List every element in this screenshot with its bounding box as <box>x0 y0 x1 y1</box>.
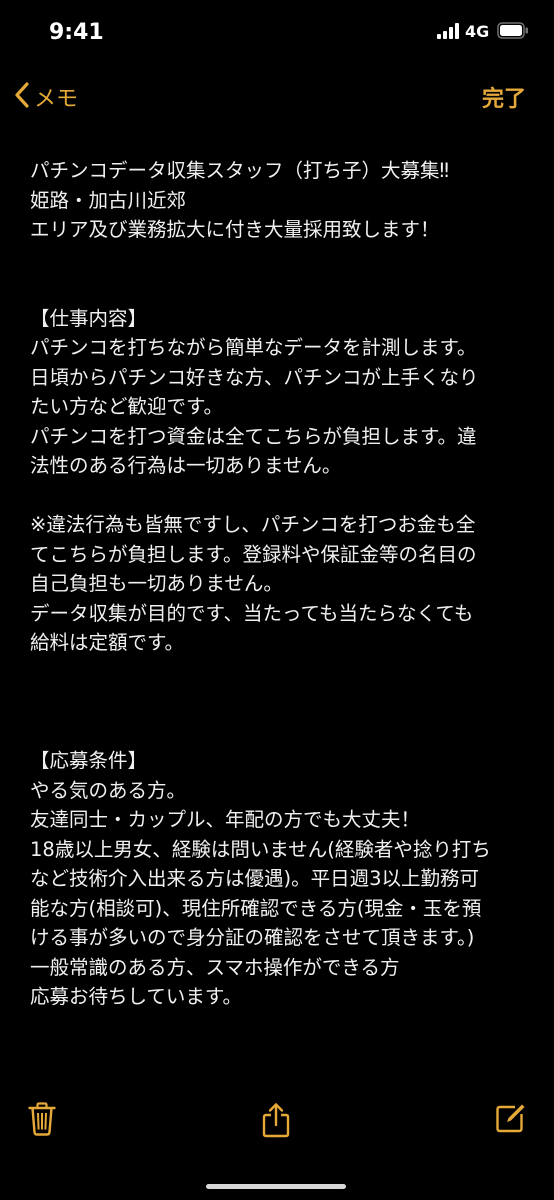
network-type: 4G <box>465 22 490 41</box>
note-line: 友達同士・カップル、年配の方でも大丈夫！ <box>30 808 421 831</box>
status-bar: 9:41 4G <box>0 0 554 70</box>
section-heading-requirements: 【応募条件】 <box>30 749 148 772</box>
note-line: など技術介入出来る方は優遇)。平日週3以上勤務可 <box>30 867 480 890</box>
section-heading-job: 【仕事内容】 <box>30 306 148 330</box>
status-time: 9:41 <box>49 20 104 45</box>
bottom-toolbar <box>0 1102 554 1152</box>
note-line: 能な方(相談可)、現住所確認できる方(現金・玉を預 <box>30 896 482 920</box>
note-line: エリア及び業務拡大に付き大量採用致します！ <box>30 218 440 241</box>
navigation-bar: メモ 完了 <box>0 78 554 114</box>
note-blank-line <box>30 687 540 717</box>
note-line: パチンコを打ちながら簡単なデータを計測します。 <box>30 336 477 359</box>
note-line: てこちらが負担します。登録料や保証金等の名目の <box>30 542 477 566</box>
note-blank-line <box>30 658 540 688</box>
back-label: メモ <box>34 87 79 112</box>
note-line: たい方など歓迎です。 <box>30 395 224 418</box>
note-line: 自己負担も一切ありません。 <box>30 572 283 595</box>
note-line: 姫路・加古川近郊 <box>30 188 187 212</box>
note-blank-line <box>30 245 540 275</box>
note-line: 18歳以上男女、経験は問いません(経験者や捻り打ち <box>30 837 491 861</box>
note-blank-line <box>30 274 540 304</box>
compose-icon[interactable] <box>495 1102 527 1138</box>
note-blank-line <box>30 481 540 511</box>
battery-icon <box>497 22 529 43</box>
share-icon[interactable] <box>262 1102 290 1142</box>
note-line: 給料は定額です。 <box>30 631 185 654</box>
note-line: ※違法行為も皆無ですし、パチンコを打つお金も全 <box>30 513 476 536</box>
note-line: 法性のある行為は一切ありません。 <box>30 454 342 477</box>
trash-icon[interactable] <box>28 1102 56 1140</box>
home-indicator[interactable] <box>206 1184 346 1189</box>
note-line: 日頃からパチンコ好きな方、パチンコが上手くなり <box>30 365 479 389</box>
note-line: 一般常識のある方、スマホ操作ができる方 <box>30 955 400 979</box>
note-blank-line <box>30 717 540 747</box>
note-line: パチンコデータ収集スタッフ（打ち子）大募集‼ <box>30 159 449 182</box>
note-line: 応募お待ちしています。 <box>30 985 242 1008</box>
back-button[interactable]: メモ <box>14 81 78 113</box>
note-line: データ収集が目的です、当たっても当たらなくても <box>30 601 474 625</box>
note-body[interactable]: パチンコデータ収集スタッフ（打ち子）大募集‼ 姫路・加古川近郊 エリア及び業務拡… <box>30 156 540 1012</box>
done-button[interactable]: 完了 <box>482 81 526 113</box>
chevron-left-icon <box>14 81 30 113</box>
note-line: パチンコを打つ資金は全てこちらが負担します。違 <box>30 424 477 448</box>
note-line: ける事が多いので身分証の確認をさせて頂きます。) <box>30 926 475 949</box>
note-line: やる気のある方。 <box>30 778 187 802</box>
cellular-signal-icon <box>437 23 461 43</box>
